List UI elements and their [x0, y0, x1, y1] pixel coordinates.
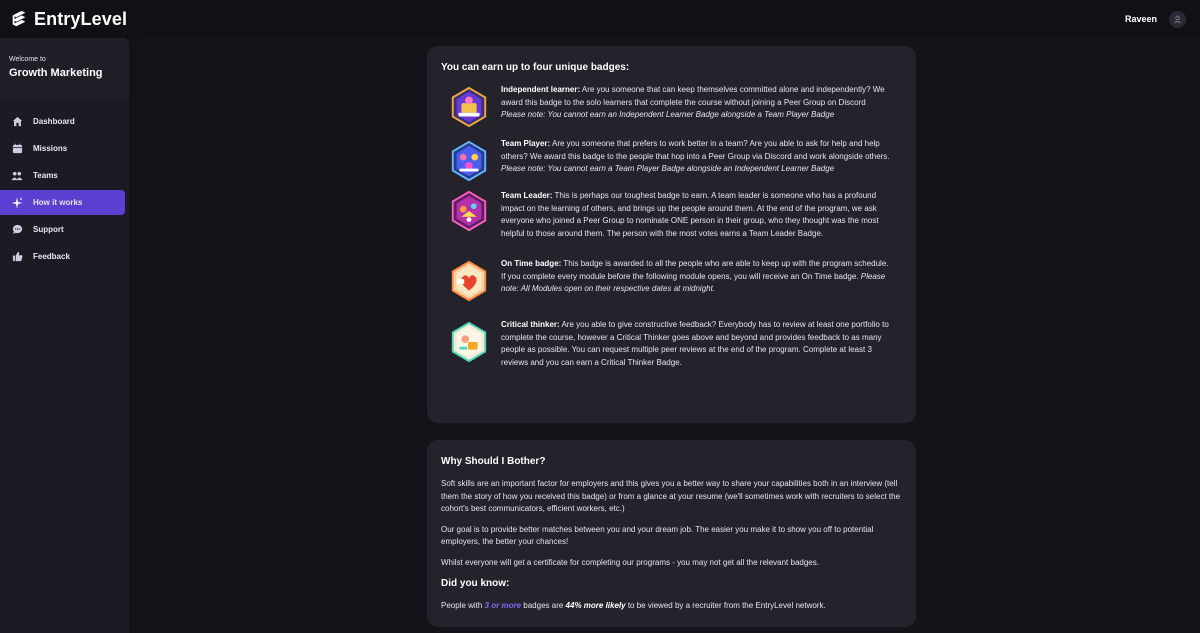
why-card-title: Why Should I Bother?: [441, 456, 546, 467]
critical-thinker-badge-icon: [446, 319, 491, 369]
fact-text: badges are: [521, 601, 566, 610]
badge-name: Team Player:: [501, 139, 551, 148]
team-leader-badge-icon: [446, 190, 491, 240]
sidebar-item-label: Dashboard: [33, 117, 75, 126]
user-name: Raveen: [1124, 14, 1157, 24]
badge-row-independent-learner: Independent learner: Are you someone tha…: [446, 84, 902, 128]
sidebar-item-missions[interactable]: Missions: [0, 136, 125, 161]
badge-row-team-player: Team Player: Are you someone that prefer…: [446, 138, 902, 182]
sidebar-item-label: Feedback: [33, 252, 70, 261]
teams-icon: [11, 170, 23, 182]
user-icon: [1174, 15, 1181, 23]
badge-description: Team Leader: This is perhaps our toughes…: [501, 190, 891, 240]
badge-description: Critical thinker: Are you able to give c…: [501, 319, 891, 369]
badge-description: Independent learner: Are you someone tha…: [501, 84, 891, 128]
on-time-badge-icon: [446, 258, 491, 302]
badge-name: Team Leader:: [501, 191, 553, 200]
sidebar-item-label: How it works: [33, 198, 83, 207]
why-card: Why Should I Bother? Soft skills are an …: [427, 440, 916, 627]
sidebar-item-dashboard[interactable]: Dashboard: [0, 109, 125, 134]
fact-emphasis: 44% more likely: [565, 601, 626, 610]
thumbs-up-icon: [11, 251, 23, 263]
brand-name: EntryLevel: [34, 8, 128, 29]
sidebar-item-support[interactable]: Support: [0, 217, 125, 242]
calendar-icon: [11, 143, 23, 155]
user-menu[interactable]: Raveen: [1124, 10, 1190, 28]
main-content: You can earn up to four unique badges: I…: [140, 38, 1200, 633]
team-player-badge-icon: [446, 138, 491, 182]
badge-name: Critical thinker:: [501, 320, 560, 329]
sidebar-item-teams[interactable]: Teams: [0, 163, 125, 188]
brand[interactable]: EntryLevel: [10, 9, 127, 30]
sidebar-item-label: Support: [33, 225, 64, 234]
course-header: Welcome to Growth Marketing: [0, 38, 129, 100]
sidebar-nav: Dashboard Missions Teams How it works Su…: [0, 100, 129, 269]
avatar[interactable]: [1169, 10, 1186, 28]
badge-row-on-time: On Time badge: This badge is awarded to …: [446, 258, 902, 302]
top-bar: EntryLevel Raveen: [0, 0, 1200, 38]
why-paragraph: Whilst everyone will get a certificate f…: [441, 557, 819, 567]
sidebar-item-feedback[interactable]: Feedback: [0, 244, 125, 269]
badge-name: On Time badge:: [501, 259, 562, 268]
badge-row-critical-thinker: Critical thinker: Are you able to give c…: [446, 319, 902, 369]
badge-description: Team Player: Are you someone that prefer…: [501, 138, 891, 182]
sparkle-icon: [11, 197, 23, 209]
chat-icon: [11, 224, 23, 236]
why-paragraph: Our goal is to provide better matches be…: [441, 524, 874, 547]
badge-row-team-leader: Team Leader: This is perhaps our toughes…: [446, 190, 902, 240]
fact-highlight: 3 or more: [484, 601, 522, 610]
badges-card: You can earn up to four unique badges: I…: [427, 46, 916, 423]
entrylevel-logo-icon: [12, 10, 26, 27]
badge-desc: This is perhaps our toughest badge to ea…: [501, 191, 879, 238]
badge-note: Please note: You cannot earn a Team Play…: [501, 164, 835, 173]
did-you-know-fact: People with 3 or more badges are 44% mor…: [441, 600, 902, 613]
badges-card-title: You can earn up to four unique badges:: [441, 62, 630, 73]
badge-name: Independent learner:: [501, 85, 581, 94]
sidebar-item-how-it-works[interactable]: How it works: [0, 190, 125, 215]
badge-desc: Are you able to give constructive feedba…: [501, 320, 889, 367]
badge-note: Please note: You cannot earn an Independ…: [501, 110, 835, 119]
sidebar-item-label: Missions: [33, 144, 68, 153]
did-you-know-heading: Did you know:: [441, 578, 510, 589]
home-icon: [11, 116, 23, 128]
sidebar-item-label: Teams: [33, 171, 58, 180]
sidebar: Welcome to Growth Marketing Dashboard Mi…: [0, 38, 129, 633]
welcome-label: Welcome to: [9, 56, 46, 63]
fact-text: to be viewed by a recruiter from the Ent…: [625, 601, 826, 610]
why-paragraph: Soft skills are an important factor for …: [441, 479, 901, 513]
badge-description: On Time badge: This badge is awarded to …: [501, 258, 891, 302]
badge-desc: Are you someone that prefers to work bet…: [501, 139, 890, 161]
independent-learner-badge-icon: [446, 84, 491, 128]
fact-text: People with: [441, 601, 485, 610]
course-title: Growth Marketing: [9, 67, 103, 79]
